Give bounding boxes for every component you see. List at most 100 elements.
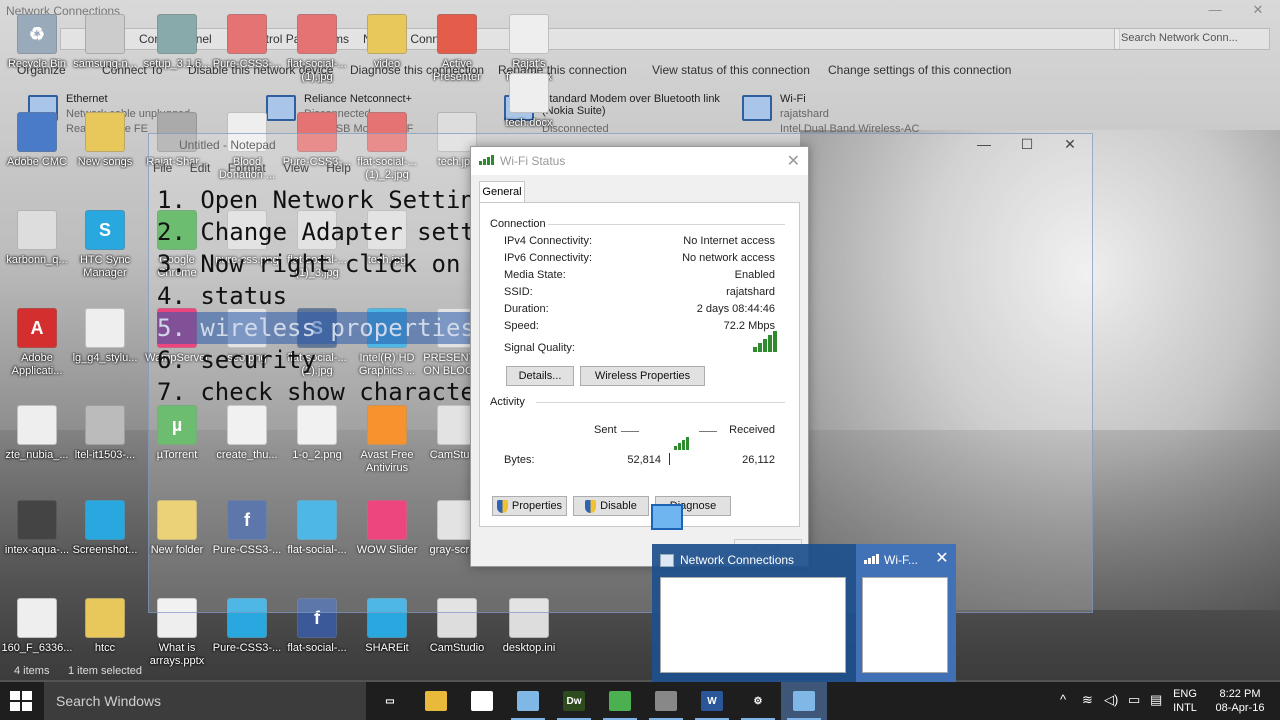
desktop-icon-label: desktop.ini bbox=[502, 642, 556, 654]
wifi-signal-icon bbox=[674, 437, 689, 450]
chrome-icon bbox=[609, 691, 631, 711]
desktop-icon[interactable]: tech.docx bbox=[492, 73, 566, 130]
close-icon[interactable]: ✕ bbox=[787, 151, 800, 171]
received-label: Received bbox=[729, 424, 775, 436]
dreamweaver-icon: Dw bbox=[563, 691, 585, 711]
close-icon[interactable]: ✕ bbox=[930, 548, 954, 570]
ipv4-label: IPv4 Connectivity: bbox=[504, 235, 593, 247]
signal-bar bbox=[758, 343, 762, 352]
connection-header: Connection bbox=[490, 218, 546, 230]
menu-edit[interactable]: Edit bbox=[190, 161, 211, 175]
desktop-icon[interactable]: zte_nubia_... bbox=[0, 405, 74, 462]
desktop-icon[interactable]: Pure-CSS3-... bbox=[210, 14, 284, 71]
taskbar-app-chrome[interactable] bbox=[597, 682, 643, 720]
taskbar-app-dreamweaver[interactable]: Dw bbox=[551, 682, 597, 720]
taskbar-app-store[interactable] bbox=[459, 682, 505, 720]
ssid-label: SSID: bbox=[504, 286, 533, 298]
desktop-icon[interactable]: Active Presenter bbox=[420, 14, 494, 84]
desktop-icon[interactable]: lg_g4_stylu... bbox=[68, 308, 142, 365]
desktop-icon[interactable]: video bbox=[350, 14, 424, 71]
desktop-icon[interactable]: ♻ Recycle Bin bbox=[0, 14, 74, 71]
minimize-button[interactable]: — bbox=[964, 136, 1004, 158]
notepad-line: 6. security bbox=[157, 346, 316, 374]
dialog-titlebar: Wi-Fi Status ✕ bbox=[471, 147, 808, 175]
calculator-icon bbox=[655, 691, 677, 711]
connection-wifi[interactable]: Wi-Fi rajatshard Intel Dual Band Wireles… bbox=[742, 93, 962, 137]
desktop-icon[interactable]: ltel-it1503-... bbox=[68, 405, 142, 462]
divider bbox=[548, 224, 785, 225]
divider bbox=[699, 431, 717, 432]
desktop-icon[interactable]: Screenshot... bbox=[68, 500, 142, 557]
desktop-icon-image: S bbox=[85, 210, 125, 250]
taskbar-app-task-view[interactable]: ▭ bbox=[367, 682, 413, 720]
desktop-icon[interactable]: intex-aqua-... bbox=[0, 500, 74, 557]
notepad-text-area[interactable]: 1. Open Network Settings 2. Change Adapte… bbox=[157, 184, 475, 408]
ipv4-value: No Internet access bbox=[683, 235, 775, 247]
ipv6-label: IPv6 Connectivity: bbox=[504, 252, 593, 264]
desktop-icon[interactable]: htcc bbox=[68, 598, 142, 655]
close-button[interactable]: ✕ bbox=[1050, 136, 1090, 158]
desktop-icon-label: Adobe Applicati... bbox=[11, 352, 63, 377]
taskbar-app-calculator[interactable] bbox=[643, 682, 689, 720]
maximize-button[interactable]: ☐ bbox=[1007, 136, 1047, 158]
desktop-icon[interactable]: Adobe CMC bbox=[0, 112, 74, 169]
chevron-up-icon[interactable]: ^ bbox=[1060, 692, 1066, 707]
wifi-icon[interactable]: ≋ bbox=[1082, 692, 1093, 708]
wifi-status-dialog: Wi-Fi Status ✕ General Connection IPv4 C… bbox=[470, 146, 809, 567]
preview-wifi-status[interactable]: Wi-F... ✕ bbox=[856, 544, 956, 682]
desktop-icon-image bbox=[17, 500, 57, 540]
desktop-icon-label: samsung-n... bbox=[73, 58, 137, 70]
language-indicator[interactable]: ENG INTL bbox=[1168, 687, 1202, 715]
change-settings-button[interactable]: Change settings of this connection bbox=[828, 63, 1011, 77]
menu-help[interactable]: Help bbox=[326, 161, 351, 175]
desktop-icon[interactable]: S HTC Sync Manager bbox=[68, 210, 142, 280]
desktop-icon[interactable]: New songs bbox=[68, 112, 142, 169]
preview-network-connections[interactable]: Network Connections bbox=[652, 544, 852, 682]
explorer-search-input[interactable]: Search Network Conn... bbox=[1114, 28, 1270, 50]
battery-icon[interactable]: ▭ bbox=[1128, 692, 1140, 708]
close-button[interactable]: ✕ bbox=[1238, 2, 1278, 22]
desktop-icon[interactable]: samsung-n... bbox=[68, 14, 142, 71]
details-button[interactable]: Details... bbox=[506, 366, 574, 386]
desktop-icon-image bbox=[85, 500, 125, 540]
taskbar-app-settings[interactable]: ⚙ bbox=[735, 682, 781, 720]
activity-header: Activity bbox=[490, 396, 525, 408]
disable-button[interactable]: Disable bbox=[573, 496, 649, 516]
notepad-icon bbox=[517, 691, 539, 711]
wireless-properties-button[interactable]: Wireless Properties bbox=[580, 366, 705, 386]
signal-bar bbox=[768, 335, 772, 352]
minimize-button[interactable]: — bbox=[1195, 2, 1235, 22]
notepad-line: 1. Open Network Settings bbox=[157, 186, 475, 214]
menu-view[interactable]: View bbox=[283, 161, 309, 175]
desktop-icon[interactable]: flat-social-...(1).jpg bbox=[280, 14, 354, 84]
desktop-icon[interactable]: setup_3.1.6... bbox=[140, 14, 214, 71]
desktop-icon-label: SHAREit bbox=[365, 642, 409, 654]
speed-label: Speed: bbox=[504, 320, 539, 332]
desktop-icon[interactable]: karbonn_q... bbox=[0, 210, 74, 267]
notepad-title: Untitled - Notepad bbox=[179, 138, 276, 152]
taskbar-app-notepad[interactable] bbox=[505, 682, 551, 720]
task-view-icon: ▭ bbox=[385, 695, 395, 707]
clock[interactable]: 8:22 PM 08-Apr-16 bbox=[1208, 687, 1272, 715]
menu-format[interactable]: Format bbox=[228, 161, 266, 175]
network-connections-icon bbox=[793, 691, 815, 711]
taskbar-app-network-connections[interactable] bbox=[781, 682, 827, 720]
desktop-icon[interactable]: 160_F_6336... bbox=[0, 598, 74, 655]
tab-general[interactable]: General bbox=[479, 181, 525, 203]
desktop-icon-image bbox=[227, 14, 267, 54]
volume-icon[interactable]: ◁) bbox=[1104, 692, 1118, 708]
notepad-line: 7. check show characters bbox=[157, 378, 475, 406]
taskbar-app-file-explorer[interactable] bbox=[413, 682, 459, 720]
properties-button[interactable]: Properties bbox=[492, 496, 567, 516]
view-status-button[interactable]: View status of this connection bbox=[652, 63, 810, 77]
menu-file[interactable]: File bbox=[153, 161, 172, 175]
start-button[interactable] bbox=[10, 691, 32, 711]
taskbar-search[interactable]: Search Windows bbox=[44, 682, 366, 720]
notification-icon[interactable]: ▤ bbox=[1150, 692, 1162, 708]
desktop-icon-image bbox=[367, 14, 407, 54]
signal-bar bbox=[773, 331, 777, 352]
desktop-icon-label: Pure-CSS3-... bbox=[212, 642, 282, 654]
desktop-icon[interactable]: A Adobe Applicati... bbox=[0, 308, 74, 378]
taskbar-app-word[interactable]: W bbox=[689, 682, 735, 720]
bytes-sent-value: 52,814 bbox=[627, 454, 661, 466]
